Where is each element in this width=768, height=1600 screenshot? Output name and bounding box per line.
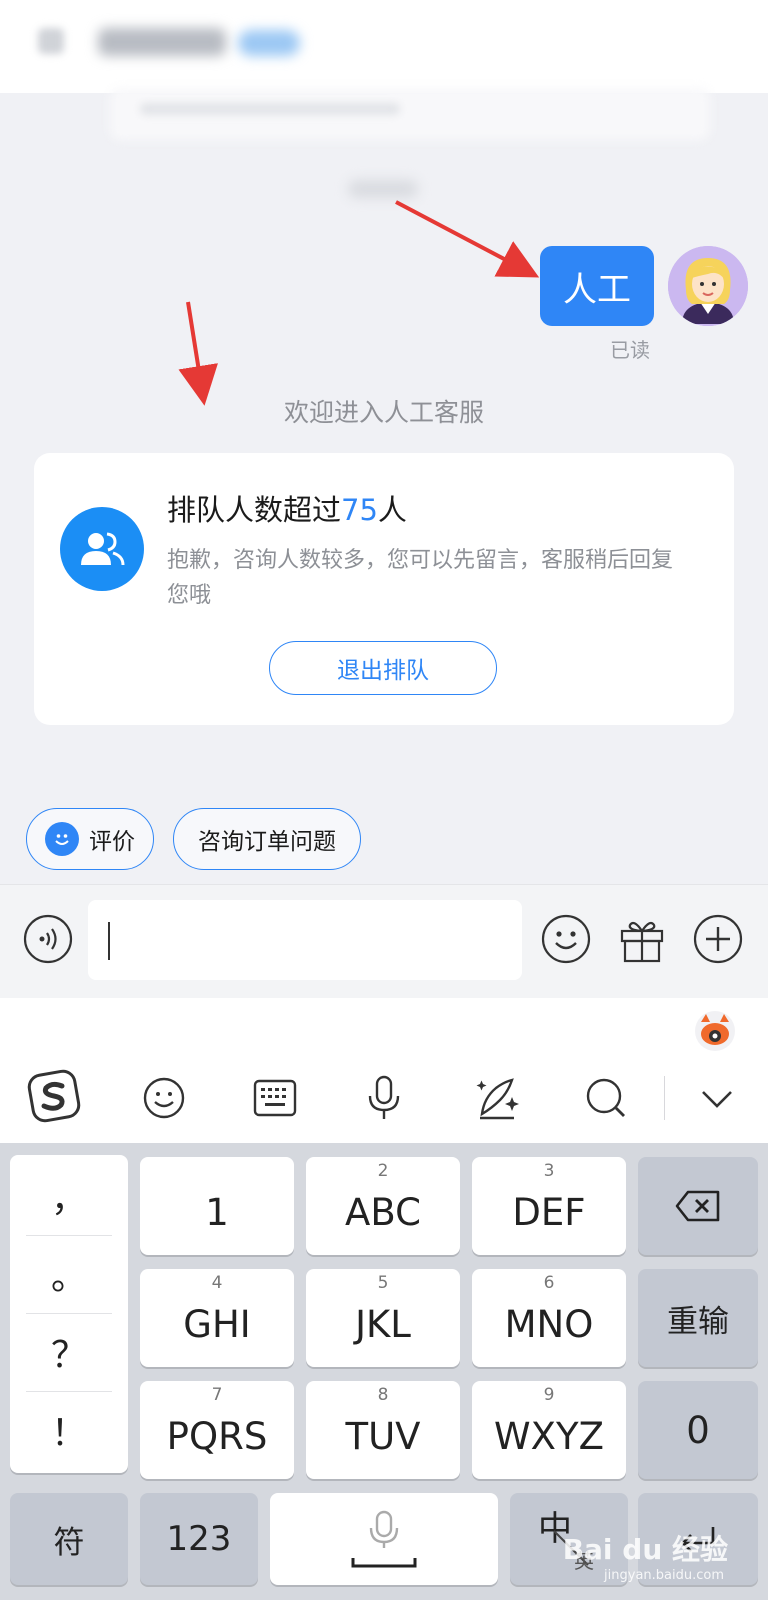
numbers-key[interactable]: 123 <box>140 1493 258 1585</box>
key-mno[interactable]: 6 MNO <box>472 1269 626 1367</box>
key-wxyz[interactable]: 9 WXYZ <box>472 1381 626 1479</box>
gift-icon[interactable] <box>616 913 668 965</box>
key-abc-number: 2 <box>377 1161 389 1181</box>
key-wxyz-label: WXYZ <box>494 1414 604 1458</box>
key-def-label: DEF <box>512 1190 586 1234</box>
key-ghi-number: 4 <box>211 1273 223 1293</box>
punct-question-key[interactable]: ？ <box>10 1313 128 1391</box>
voice-icon[interactable] <box>22 913 74 965</box>
sogou-logo-icon[interactable] <box>26 1068 82 1124</box>
key-0[interactable]: 0 <box>638 1381 758 1479</box>
key-mno-number: 6 <box>543 1273 555 1293</box>
space-key[interactable] <box>270 1493 498 1585</box>
queue-description: 抱歉，咨询人数较多，您可以先留言，客服稍后回复您哦 <box>167 548 674 608</box>
annotation-arrows <box>178 200 540 406</box>
key-jkl-label: JKL <box>355 1302 411 1346</box>
key-pqrs-number: 7 <box>211 1385 223 1405</box>
microphone-icon[interactable] <box>364 1074 404 1122</box>
symbols-key[interactable]: 符 <box>10 1493 128 1585</box>
emoji-icon[interactable] <box>540 913 592 965</box>
key-pqrs-label: PQRS <box>166 1414 268 1458</box>
punct-comma-key[interactable]: ， <box>10 1157 128 1235</box>
handwriting-icon[interactable] <box>472 1072 522 1122</box>
key-jkl[interactable]: 5 JKL <box>306 1269 460 1367</box>
queue-title-prefix: 排队人数超过 <box>167 493 342 527</box>
key-pqrs[interactable]: 7 PQRS <box>140 1381 294 1479</box>
punct-exclaim-key[interactable]: ！ <box>10 1391 128 1469</box>
queue-count: 75 <box>341 493 378 527</box>
queue-card: 排队人数超过75人 抱歉，咨询人数较多，您可以先留言，客服稍后回复您哦 退出排队 <box>34 453 734 725</box>
retype-key[interactable]: 重输 <box>638 1269 758 1367</box>
queue-title: 排队人数超过75人 <box>167 487 407 529</box>
punct-period-key[interactable]: 。 <box>10 1235 128 1313</box>
arrow-to-bubble <box>395 200 540 278</box>
key-abc-label: ABC <box>345 1190 421 1234</box>
mascot-icon[interactable] <box>692 1008 738 1054</box>
quit-queue-button[interactable]: 退出排队 <box>269 641 497 695</box>
search-icon[interactable] <box>584 1076 628 1120</box>
backspace-icon <box>675 1190 720 1222</box>
toolbar-divider <box>664 1076 665 1120</box>
backspace-key[interactable] <box>638 1157 758 1255</box>
key-1-label: 1 <box>205 1190 229 1234</box>
key-mno-label: MNO <box>504 1302 594 1346</box>
rate-chip-label: 评价 <box>89 829 135 855</box>
key-tuv[interactable]: 8 TUV <box>306 1381 460 1479</box>
space-mic-icon <box>351 1510 417 1568</box>
baidu-jingyan-watermark: Bai du 经验 <box>562 1533 728 1566</box>
users-icon <box>60 507 144 591</box>
watermark-url: jingyan.baidu.com <box>604 1568 724 1583</box>
key-def-number: 3 <box>543 1161 555 1181</box>
punctuation-column: ， 。 ？ ！ <box>10 1155 128 1473</box>
system-message: 欢迎进入人工客服 <box>283 398 484 427</box>
rate-chip[interactable]: 评价 <box>26 808 154 870</box>
key-abc[interactable]: 2 ABC <box>306 1157 460 1255</box>
key-jkl-number: 5 <box>377 1273 389 1293</box>
arrow-to-system-message <box>178 301 218 406</box>
key-wxyz-number: 9 <box>543 1385 555 1405</box>
keyboard-layout-icon[interactable] <box>252 1076 298 1120</box>
message-input[interactable] <box>88 900 522 980</box>
smile-icon <box>45 822 79 856</box>
plus-icon[interactable] <box>692 913 744 965</box>
key-tuv-label: TUV <box>345 1414 421 1458</box>
keyboard-toolbar <box>0 998 768 1143</box>
collapse-chevron-icon[interactable] <box>698 1084 736 1112</box>
key-ghi-label: GHI <box>183 1302 251 1346</box>
key-ghi[interactable]: 4 GHI <box>140 1269 294 1367</box>
key-def[interactable]: 3 DEF <box>472 1157 626 1255</box>
emoji-icon[interactable] <box>142 1076 186 1120</box>
order-question-chip[interactable]: 咨询订单问题 <box>173 808 361 870</box>
queue-title-suffix: 人 <box>377 493 407 527</box>
key-1[interactable]: 1 <box>140 1157 294 1255</box>
text-caret <box>108 922 110 960</box>
key-tuv-number: 8 <box>377 1385 389 1405</box>
input-bar <box>0 884 768 999</box>
